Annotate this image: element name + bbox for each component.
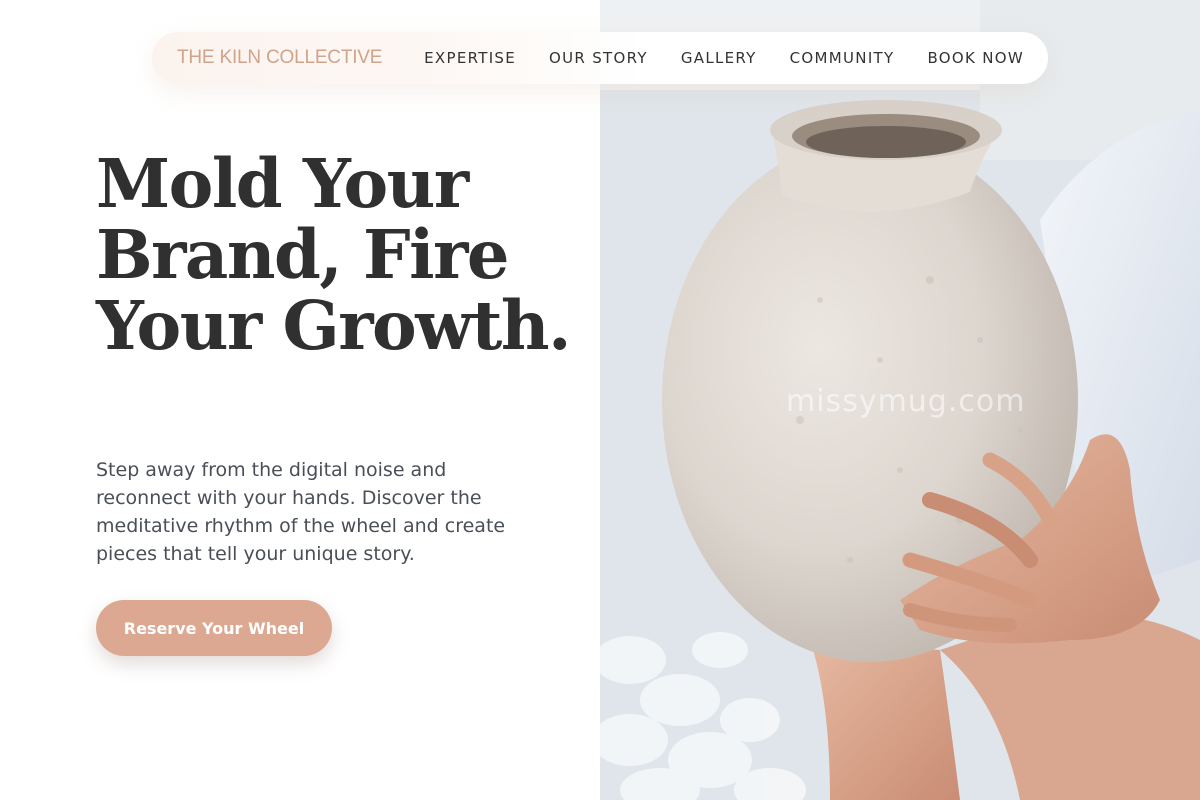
- brand-logo[interactable]: THE KILN COLLECTIVE: [177, 47, 382, 69]
- image-watermark: missymug.com: [786, 384, 1026, 419]
- hero-headline: Mold Your Brand, Fire Your Growth.: [96, 144, 571, 365]
- top-navigation: THE KILN COLLECTIVE EXPERTISE OUR STORY …: [152, 32, 1048, 84]
- nav-link-community[interactable]: COMMUNITY: [790, 49, 895, 67]
- nav-link-book-now[interactable]: BOOK NOW: [927, 49, 1024, 67]
- nav-link-our-story[interactable]: OUR STORY: [549, 49, 648, 67]
- reserve-wheel-button[interactable]: Reserve Your Wheel: [96, 600, 332, 656]
- nav-link-gallery[interactable]: GALLERY: [681, 49, 757, 67]
- hero-subtitle: Step away from the digital noise and rec…: [96, 459, 506, 565]
- nav-links: EXPERTISE OUR STORY GALLERY COMMUNITY BO…: [424, 32, 1024, 84]
- nav-link-expertise[interactable]: EXPERTISE: [424, 49, 516, 67]
- hero-photo: missymug.com: [600, 0, 1200, 800]
